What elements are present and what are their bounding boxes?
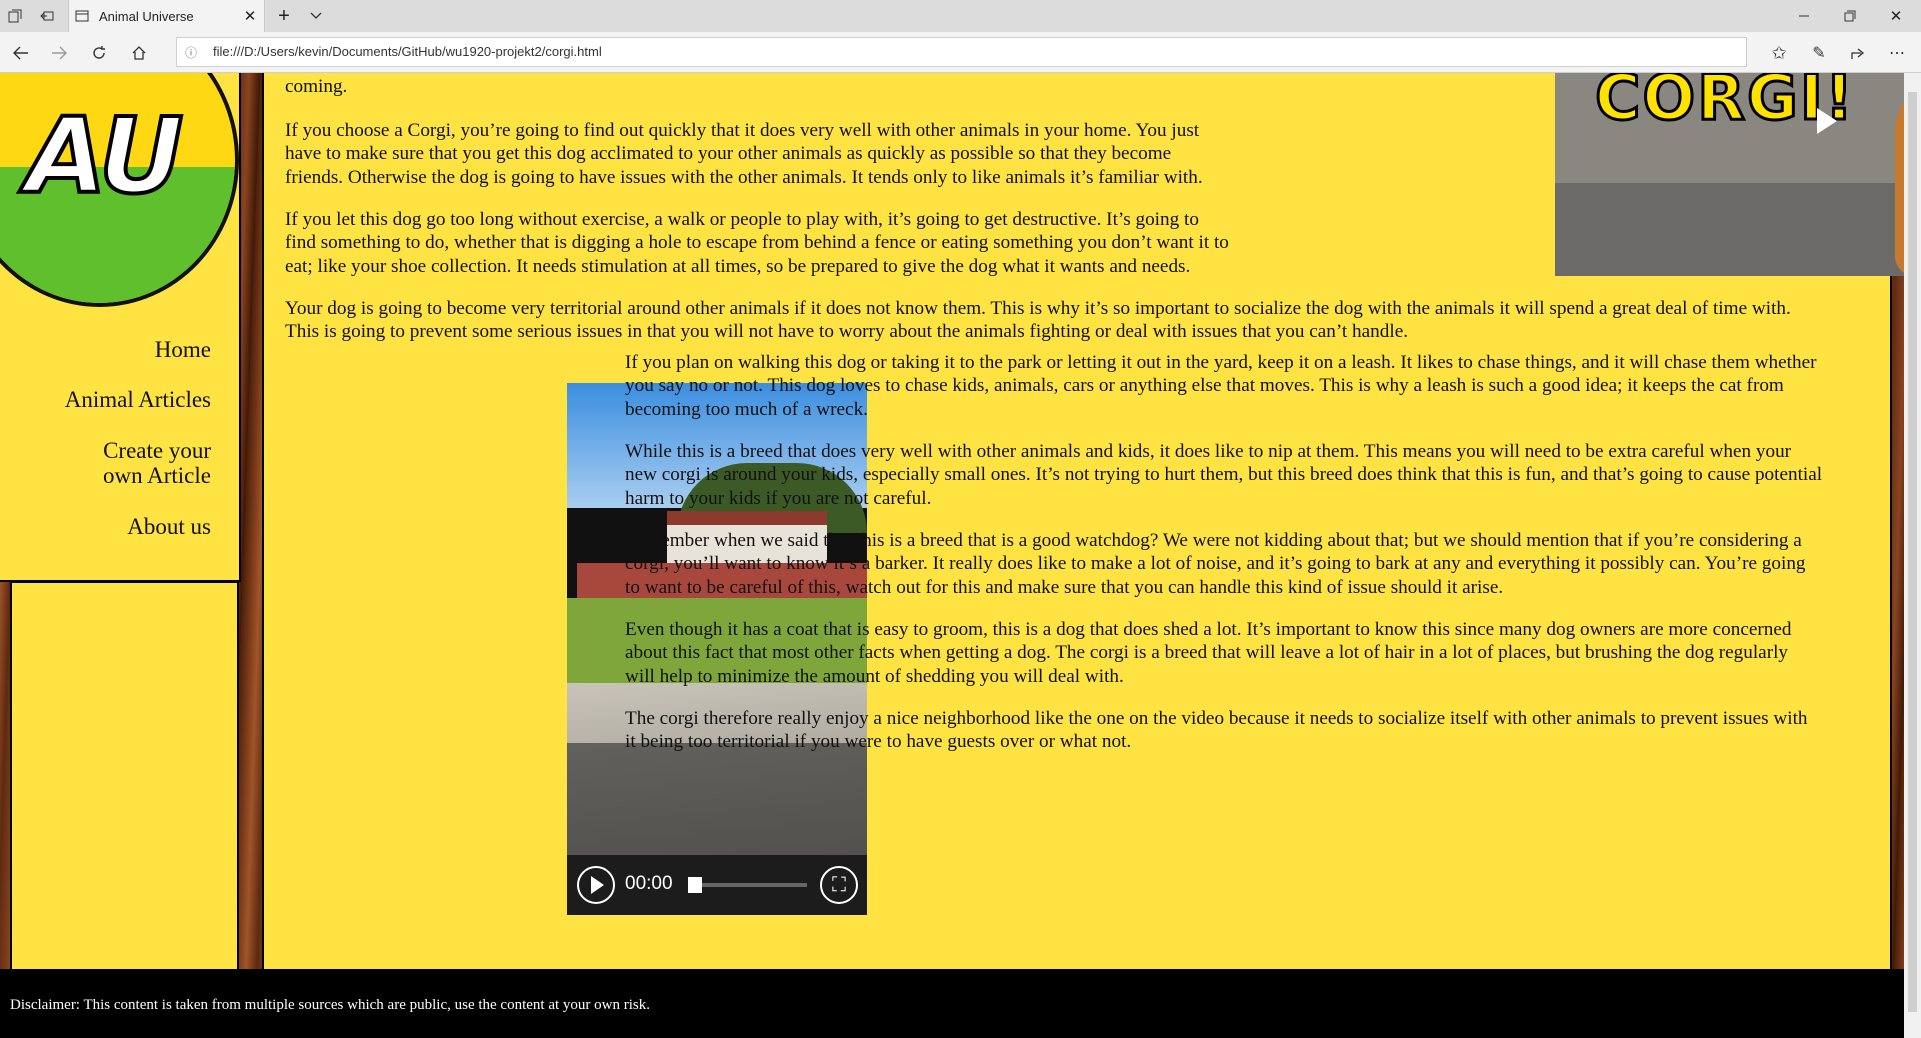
paragraph-5: While this is a breed that does very wel… (625, 440, 1822, 510)
address-input[interactable]: ⓘ file:///D:/Users/kevin/Documents/GitHu… (176, 37, 1747, 67)
tab-list-chevron-icon[interactable] (304, 4, 328, 28)
p4-line: you say no or not. This dog loves to cha… (625, 375, 1784, 397)
browser-tab-bar: Animal Universe ✕ + ✕ (0, 0, 1921, 32)
web-note-pen-icon[interactable]: ✎ (1806, 40, 1832, 66)
nav-create-article-line2: own Article (103, 463, 211, 488)
paragraph-4: If you plan on walking this dog or takin… (625, 351, 1817, 421)
paragraph-6: Remember when we said that this is a bre… (625, 529, 1806, 599)
paragraph-2: If you let this dog go too long without … (285, 208, 1229, 278)
p2-line: eat; like your shoe collection. It needs… (285, 255, 1191, 277)
home-icon[interactable] (126, 40, 152, 66)
tab-actions-icon[interactable] (4, 6, 26, 26)
video-couch (1555, 183, 1904, 276)
nav-create-article[interactable]: Create your own Article (103, 438, 211, 488)
sidebar-panel (10, 581, 239, 1032)
video-shadow (567, 743, 867, 863)
forward-icon[interactable] (46, 40, 72, 66)
p5-line: harm to your kids if you are not careful… (625, 487, 932, 509)
refresh-icon[interactable] (86, 40, 112, 66)
paragraph-7: Even though it has a coat that is easy t… (625, 618, 1791, 688)
p2-line: If you let this dog go too long without … (285, 209, 1199, 230)
minimize-icon[interactable] (1783, 4, 1825, 28)
more-options-icon[interactable]: ⋯ (1884, 40, 1910, 66)
p1-line: friends. Otherwise the dog is going to h… (285, 166, 1203, 188)
nav-about-us[interactable]: About us (127, 514, 211, 539)
nav-home[interactable]: Home (155, 337, 211, 362)
site-logo[interactable]: AU (0, 73, 239, 307)
share-icon[interactable] (1846, 40, 1872, 66)
p3-line: Your dog is going to become very territo… (285, 298, 1791, 319)
url-text: file:///D:/Users/kevin/Documents/GitHub/… (213, 44, 602, 59)
p4-line: becoming too much of a wreck. (625, 398, 868, 420)
footer-disclaimer: Disclaimer: This content is taken from m… (10, 997, 650, 1013)
restore-icon[interactable] (1829, 4, 1871, 28)
back-icon[interactable] (8, 40, 34, 66)
paragraph-8: The corgi therefore really enjoy a nice … (625, 707, 1808, 754)
p2-line: find something to do, whether that is di… (285, 232, 1229, 254)
tab-animal-universe[interactable]: Animal Universe ✕ (68, 0, 265, 32)
nav-animal-articles[interactable]: Animal Articles (65, 387, 211, 412)
paragraph-0-tail: coming. (285, 76, 348, 97)
video-seek-thumb[interactable] (688, 877, 702, 893)
p8-line: The corgi therefore really enjoy a nice … (625, 708, 1808, 729)
set-tabs-aside-icon[interactable] (36, 6, 58, 26)
sidebar-nav: AU Home Animal Articles Create your own … (0, 73, 241, 582)
p6-line: corgi, you’ll want to know it’s a barker… (625, 553, 1806, 575)
new-tab-icon[interactable]: + (272, 4, 296, 28)
p3-line: This is going to prevent some serious is… (285, 321, 1409, 343)
page-viewport: AU Home Animal Articles Create your own … (0, 73, 1904, 1038)
scrollbar-thumb[interactable] (1908, 92, 1917, 1012)
close-tab-icon[interactable]: ✕ (242, 8, 258, 25)
p7-line: Even though it has a coat that is easy t… (625, 619, 1792, 640)
favorites-hub-icon[interactable]: ✩ (1766, 40, 1792, 66)
p4-line: If you plan on walking this dog or takin… (625, 352, 1817, 373)
p5-line: new corgi is around your kids, especiall… (625, 464, 1823, 486)
close-window-icon[interactable]: ✕ (1875, 4, 1917, 28)
article-content: CORGI! coming. If you choose a Corgi, yo… (262, 73, 1904, 1029)
p8-line: it being too territorial if you were to … (625, 731, 1132, 753)
tab-title: Animal Universe (99, 8, 194, 24)
p1-line: have to make sure that you get this dog … (285, 143, 1172, 165)
p6-line: Remember when we said that this is a bre… (625, 530, 1802, 551)
p7-line: about this fact that most other facts wh… (625, 642, 1789, 664)
video-dog (1895, 73, 1904, 276)
corgi-video-embed[interactable]: CORGI! (1555, 73, 1904, 276)
video-seek-bar[interactable] (693, 883, 807, 887)
play-icon[interactable] (1817, 108, 1837, 134)
info-icon: ⓘ (185, 46, 198, 60)
p1-line: If you choose a Corgi, you’re going to f… (285, 120, 1200, 141)
p5-line: While this is a breed that does very wel… (625, 441, 1792, 462)
paragraph-1: If you choose a Corgi, you’re going to f… (285, 119, 1203, 189)
video-time: 00:00 (625, 873, 673, 894)
p7-line: will help to minimize the amount of shed… (625, 665, 1124, 687)
play-icon (591, 876, 604, 894)
p6-line: to want to be careful of this, watch out… (625, 576, 1504, 598)
fullscreen-icon[interactable]: ⛶ (820, 866, 858, 904)
footer: Disclaimer: This content is taken from m… (0, 969, 1904, 1038)
nav-create-article-line1: Create your (103, 438, 211, 463)
paragraph-3: Your dog is going to become very territo… (285, 297, 1791, 344)
logo-text: AU (24, 93, 185, 219)
page-icon (75, 10, 89, 22)
